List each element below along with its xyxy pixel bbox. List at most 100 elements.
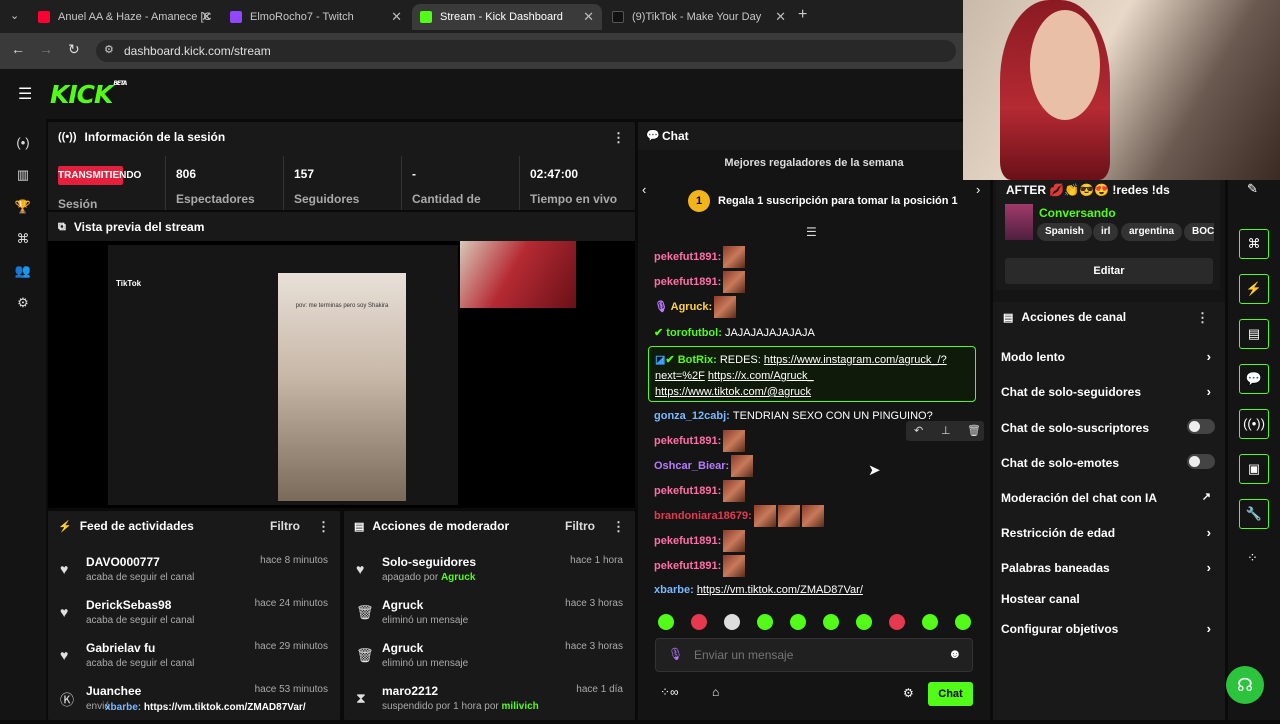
- feed-user[interactable]: DerickSebas98: [86, 598, 171, 612]
- chat-link[interactable]: https://vm.tiktok.com/ZMAD87Var/: [697, 584, 863, 596]
- moderation-icon[interactable]: ⌘: [12, 228, 34, 250]
- emote-icon[interactable]: [922, 614, 938, 630]
- emote-icon[interactable]: [691, 614, 707, 630]
- emote-icon[interactable]: [889, 614, 905, 630]
- bot-link[interactable]: https://www.tiktok.com/@agruck: [655, 386, 811, 398]
- chat-username[interactable]: Agruck:: [671, 301, 713, 313]
- lightning-tool-icon[interactable]: ⚡: [1239, 274, 1269, 304]
- chat-username[interactable]: pekefut1891:: [654, 435, 721, 447]
- site-info-icon[interactable]: ⚙: [104, 43, 114, 56]
- mod-action-name[interactable]: maro2212: [382, 684, 438, 698]
- chat-tool-icon[interactable]: 💬: [1239, 364, 1269, 394]
- more-options-icon[interactable]: ⋮: [317, 519, 330, 535]
- stream-preview-video[interactable]: TikTok pov: me terminas pero soy Shakira: [48, 241, 635, 508]
- emoji-icon[interactable]: ☻: [948, 646, 962, 661]
- chat-username[interactable]: pekefut1891:: [654, 560, 721, 572]
- edit-stream-button[interactable]: Editar: [1005, 258, 1213, 284]
- tab-kick-dashboard[interactable]: Stream - Kick Dashboard ✕: [412, 4, 602, 30]
- close-icon[interactable]: ✕: [201, 9, 212, 25]
- mod-action-by[interactable]: Agruck: [441, 572, 475, 583]
- emote-icon[interactable]: [955, 614, 971, 630]
- chat-username[interactable]: BotRix:: [678, 354, 717, 366]
- slow-mode-option[interactable]: Modo lento ›: [1001, 349, 1215, 364]
- host-channel-option[interactable]: Hostear canal: [1001, 592, 1215, 606]
- feed-user[interactable]: Juanchee: [86, 684, 141, 698]
- back-icon[interactable]: ←: [11, 41, 25, 57]
- age-restriction-option[interactable]: Restricción de edad ›: [1001, 525, 1215, 540]
- filter-button[interactable]: Filtro: [565, 519, 595, 533]
- forward-icon[interactable]: →: [39, 41, 53, 57]
- chat-username[interactable]: torofutbol:: [666, 327, 722, 339]
- more-options-icon[interactable]: ⋮: [612, 519, 625, 535]
- tab-tiktok[interactable]: (9)TikTok - Make Your Day ✕: [604, 4, 794, 30]
- pin-icon[interactable]: ⊥: [941, 424, 951, 437]
- followers-only-option[interactable]: Chat de solo-seguidores ›: [1001, 384, 1215, 399]
- subscribers-only-toggle[interactable]: [1187, 419, 1215, 434]
- chat-username[interactable]: Oshcar_Biear:: [654, 460, 729, 472]
- chat-username[interactable]: pekefut1891:: [654, 276, 721, 288]
- send-chat-button[interactable]: Chat: [928, 682, 973, 706]
- chat-username[interactable]: gonza_12cabj:: [654, 410, 730, 422]
- pinned-toggle-icon[interactable]: ☰: [806, 225, 817, 239]
- tab-list-menu-icon[interactable]: ⌄: [10, 9, 19, 22]
- wrench-tool-icon[interactable]: 🔧: [1239, 499, 1269, 529]
- delete-icon[interactable]: 🗑: [967, 424, 981, 437]
- chat-username[interactable]: pekefut1891:: [654, 535, 721, 547]
- goals-option[interactable]: Configurar objetivos ›: [1001, 621, 1215, 636]
- store-icon[interactable]: ⌂: [712, 685, 719, 699]
- tab-twitch[interactable]: ElmoRocho7 - Twitch ✕: [222, 4, 410, 30]
- notes-tool-icon[interactable]: ▤: [1239, 319, 1269, 349]
- community-icon[interactable]: ⁘∞: [660, 685, 679, 699]
- emote-icon[interactable]: [724, 614, 740, 630]
- users-icon[interactable]: 👥: [12, 260, 34, 282]
- stream-icon[interactable]: (•): [12, 132, 34, 154]
- chat-username[interactable]: pekefut1891:: [654, 251, 721, 263]
- moderation-tool-icon[interactable]: ⌘: [1239, 229, 1269, 259]
- banned-words-option[interactable]: Palabras baneadas ›: [1001, 560, 1215, 575]
- chevron-left-icon[interactable]: ‹: [642, 182, 646, 197]
- analytics-icon[interactable]: ▥: [12, 164, 34, 186]
- reload-icon[interactable]: ↻: [68, 41, 80, 58]
- trophy-icon[interactable]: 🏆: [12, 196, 34, 218]
- chat-settings-icon[interactable]: ⚙: [903, 686, 914, 700]
- broadcast-tool-icon[interactable]: ((•)): [1239, 409, 1269, 439]
- chat-message-input[interactable]: [694, 645, 934, 665]
- bot-link[interactable]: https://x.com/Agruck_: [708, 370, 814, 382]
- feed-user[interactable]: DAVO000777: [86, 555, 160, 569]
- emote-icon[interactable]: [823, 614, 839, 630]
- tab-youtube[interactable]: Anuel AA & Haze - Amanece [C ✕: [30, 4, 220, 30]
- menu-icon[interactable]: ☰: [18, 84, 32, 104]
- emotes-only-toggle[interactable]: [1187, 454, 1215, 469]
- kick-logo[interactable]: KICKBETA: [50, 80, 127, 109]
- close-icon[interactable]: ✕: [775, 9, 786, 25]
- close-icon[interactable]: ✕: [391, 9, 402, 25]
- overlay-link[interactable]: https://vm.tiktok.com/ZMAD87Var/: [144, 702, 306, 713]
- emote-icon[interactable]: [658, 614, 674, 630]
- support-headset-icon[interactable]: ☊: [1226, 666, 1264, 704]
- emote-icon[interactable]: [757, 614, 773, 630]
- mod-action-by[interactable]: milivich: [502, 701, 539, 712]
- emote-icon[interactable]: [856, 614, 872, 630]
- chevron-right-icon[interactable]: ›: [976, 182, 980, 197]
- new-tab-icon[interactable]: +: [798, 6, 807, 24]
- chat-username[interactable]: pekefut1891:: [654, 485, 721, 497]
- chat-username[interactable]: xbarbe:: [654, 584, 694, 596]
- ai-moderation-option[interactable]: Moderación del chat con IA ↗: [1001, 491, 1215, 505]
- close-icon[interactable]: ✕: [583, 9, 594, 25]
- more-options-icon[interactable]: ⋮: [1196, 310, 1209, 326]
- url-field[interactable]: ⚙ dashboard.kick.com/stream: [96, 40, 956, 62]
- mod-action-name[interactable]: Agruck: [382, 598, 423, 612]
- reply-icon[interactable]: ↶: [914, 424, 923, 437]
- feed-user[interactable]: Gabrielav fu: [86, 641, 155, 655]
- emote-icon[interactable]: [790, 614, 806, 630]
- filter-button[interactable]: Filtro: [270, 519, 300, 533]
- mic-icon[interactable]: 🎙: [668, 647, 683, 661]
- more-options-icon[interactable]: ⋮: [612, 130, 625, 146]
- stream-category[interactable]: Conversando: [1039, 206, 1116, 220]
- edit-pencil-icon[interactable]: ✎: [1247, 181, 1258, 197]
- chat-username[interactable]: brandoniara18679:: [654, 510, 752, 522]
- community-tool-icon[interactable]: ⁘: [1247, 550, 1258, 566]
- settings-icon[interactable]: ⚙: [12, 292, 34, 314]
- layout-tool-icon[interactable]: ▣: [1239, 454, 1269, 484]
- mod-action-name[interactable]: Agruck: [382, 641, 423, 655]
